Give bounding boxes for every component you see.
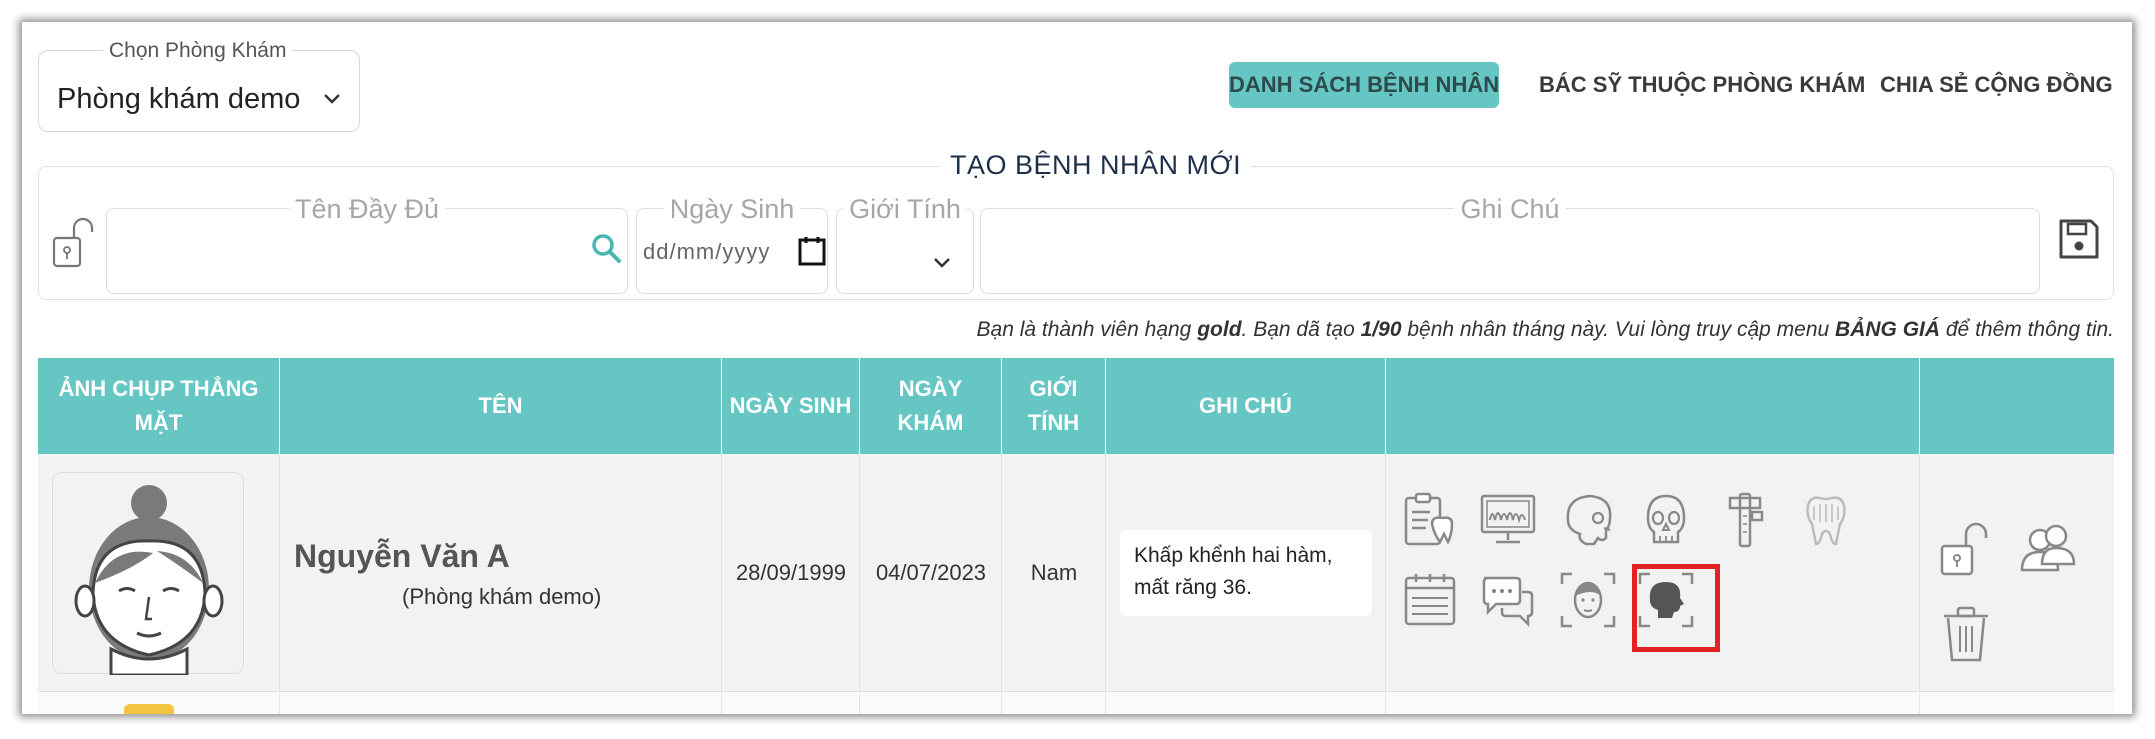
row-dob: 28/09/1999: [735, 560, 847, 585]
chevron-down-icon: [324, 94, 340, 104]
chat-icon[interactable]: [1478, 570, 1538, 630]
patient-note: Khấp khểnh hai hàm, mất răng 36.: [1120, 530, 1372, 616]
status-badge: [124, 704, 174, 714]
patient-clinic: (Phòng khám demo): [402, 584, 602, 609]
fullname-field[interactable]: Tên Đầy Đủ: [106, 194, 628, 294]
chevron-down-icon: [934, 258, 950, 268]
row-visit-date: 04/07/2023: [875, 560, 987, 585]
pricing-menu-link[interactable]: BẢNG GIÁ: [1835, 318, 1940, 341]
avatar[interactable]: [52, 472, 244, 677]
clinic-select-label: Chọn Phòng Khám: [103, 39, 293, 63]
row-gender: Nam: [1030, 560, 1078, 585]
patient-count: 1/90: [1360, 318, 1402, 341]
col-name: TÊN: [280, 358, 722, 454]
trash-icon[interactable]: [1936, 604, 1996, 664]
nav-patient-list[interactable]: DANH SÁCH BỆNH NHÂN: [1229, 62, 1499, 108]
search-icon[interactable]: [589, 231, 623, 265]
skull-front-icon[interactable]: [1636, 490, 1696, 550]
skull-side-icon[interactable]: [1558, 490, 1618, 550]
caliper-icon[interactable]: [1716, 490, 1776, 550]
gender-select[interactable]: Giới Tính: [836, 194, 974, 294]
patient-table-header: ẢNH CHỤP THẲNG MẶT TÊN NGÀY SINH NGÀY KH…: [38, 358, 2114, 454]
dob-label: Ngày Sinh: [663, 194, 801, 224]
table-row[interactable]: [38, 693, 2114, 714]
note-field[interactable]: Ghi Chú: [980, 194, 2040, 294]
membership-tier: gold: [1197, 318, 1242, 341]
clinic-select[interactable]: Chọn Phòng Khám Phòng khám demo: [38, 39, 360, 132]
nav-clinic-doctors[interactable]: BÁC SỸ THUỘC PHÒNG KHÁM: [1539, 62, 1865, 108]
app-window: Chọn Phòng Khám Phòng khám demo DANH SÁC…: [22, 22, 2132, 714]
col-gender: GIỚI TÍNH: [1002, 358, 1106, 454]
fullname-label: Tên Đầy Đủ: [288, 194, 446, 224]
face-avatar-icon: [74, 485, 224, 677]
clinic-select-value: Phòng khám demo: [57, 83, 301, 115]
dob-placeholder: dd/mm/yyyy: [643, 239, 771, 264]
col-tools: [1386, 358, 1920, 454]
unlock-icon[interactable]: [50, 214, 96, 270]
highlight-box: [1632, 564, 1720, 652]
unlock-icon[interactable]: [1936, 518, 1996, 578]
membership-notice: Bạn là thành viên hạng gold. Bạn dã tạo …: [976, 318, 2114, 341]
dob-field[interactable]: Ngày Sinh dd/mm/yyyy: [636, 194, 828, 294]
note-label: Ghi Chú: [1454, 194, 1566, 224]
col-visit-date: NGÀY KHÁM: [860, 358, 1002, 454]
share-users-icon[interactable]: [2018, 518, 2078, 578]
col-actions: [1920, 358, 2114, 454]
calendar-picker-icon[interactable]: [797, 235, 827, 267]
xray-monitor-icon[interactable]: [1478, 490, 1538, 550]
save-icon[interactable]: [2056, 216, 2102, 262]
patient-name[interactable]: Nguyễn Văn A: [294, 538, 510, 575]
face-scan-icon[interactable]: [1558, 570, 1618, 630]
calendar-icon[interactable]: [1400, 570, 1460, 630]
form-title: TẠO BỆNH NHÂN MỚI: [940, 150, 1252, 181]
gender-label: Giới Tính: [843, 194, 967, 224]
col-dob: NGÀY SINH: [722, 358, 860, 454]
col-front-photo: ẢNH CHỤP THẲNG MẶT: [38, 358, 280, 454]
dental-chart-icon[interactable]: [1400, 490, 1460, 550]
col-note: GHI CHÚ: [1106, 358, 1386, 454]
tooth-icon[interactable]: [1796, 490, 1856, 550]
nav-community-share[interactable]: CHIA SẺ CỘNG ĐỒNG: [1880, 62, 2113, 108]
